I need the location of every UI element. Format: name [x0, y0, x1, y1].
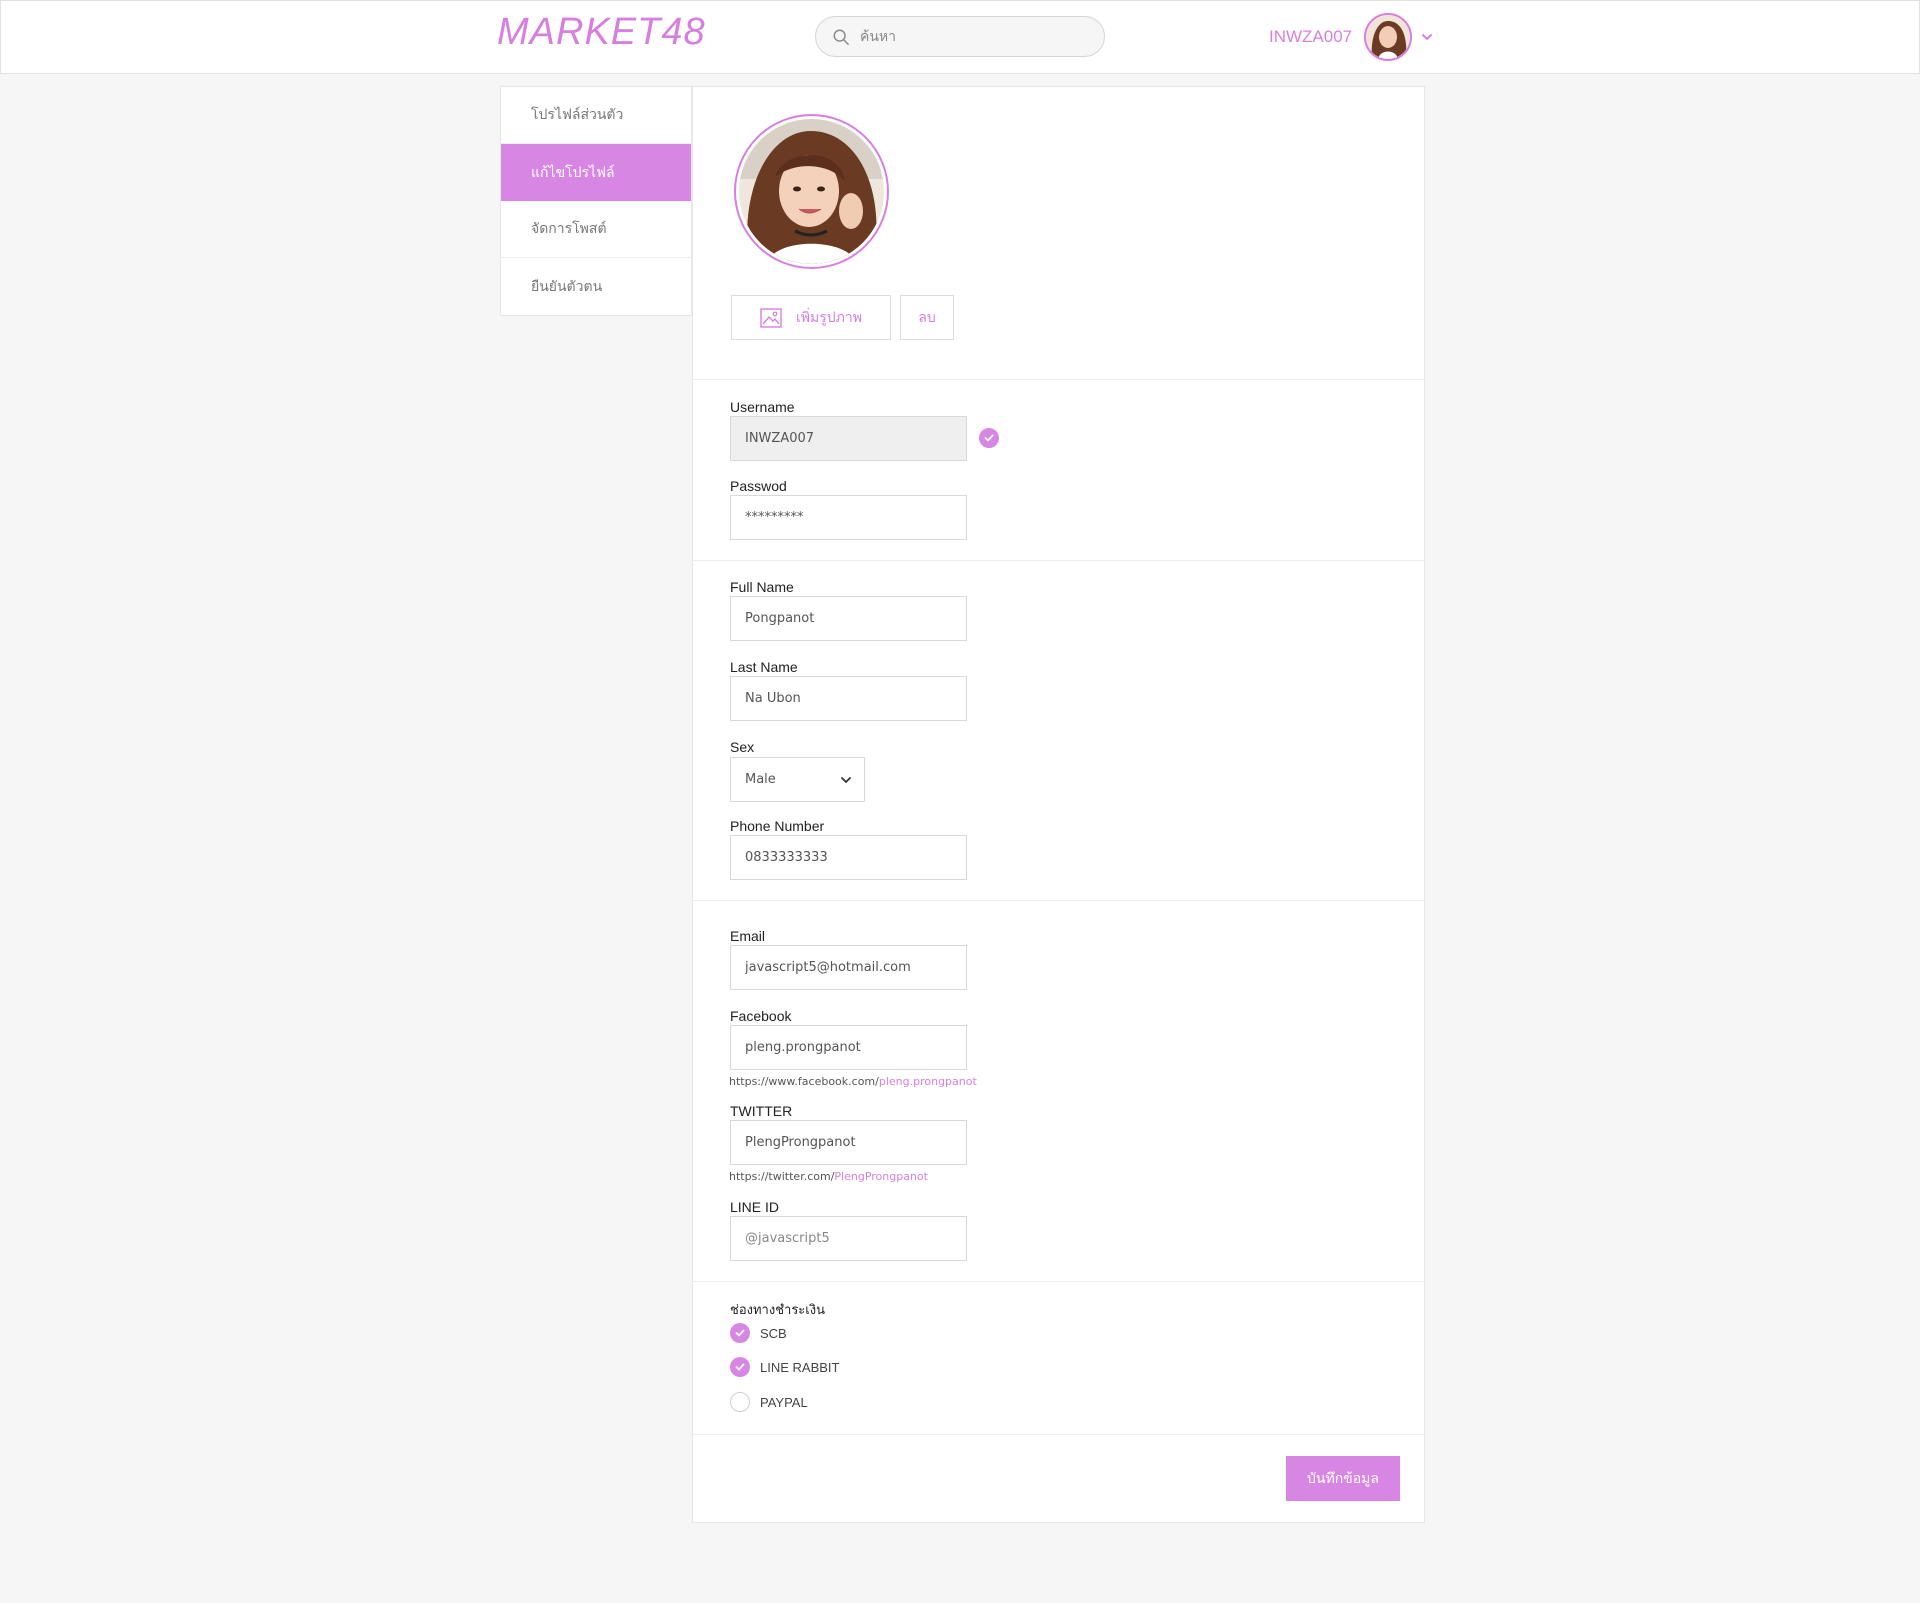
facebook-hint-user: pleng.prongpanot — [878, 1075, 977, 1088]
add-photo-button[interactable]: เพิ่มรูปภาพ — [731, 295, 891, 340]
search-bar[interactable] — [815, 16, 1105, 57]
profile-avatar — [734, 114, 889, 269]
sidebar-item-label: แก้ไขโปรไฟล์ — [531, 164, 615, 181]
email-label: Email — [730, 928, 766, 944]
lastname-field[interactable] — [730, 676, 967, 721]
edit-profile-panel: เพิ่มรูปภาพ ลบ Username Passwod Full Nam… — [692, 86, 1425, 1523]
line-id-field[interactable] — [730, 1216, 967, 1261]
twitter-hint-user: PlengProngpanot — [834, 1170, 928, 1183]
verified-check-icon — [979, 428, 999, 448]
profile-photo — [739, 119, 884, 264]
line-id-label: LINE ID — [730, 1199, 780, 1215]
username-field[interactable] — [730, 416, 967, 461]
fullname-field[interactable] — [730, 596, 967, 641]
user-menu[interactable]: INWZA007 — [1269, 13, 1434, 61]
twitter-label: TWITTER — [730, 1103, 793, 1119]
facebook-label: Facebook — [730, 1008, 792, 1024]
section-divider — [693, 1434, 1424, 1435]
sidebar-item-verify-identity[interactable]: ยืนยันตัวตน — [501, 258, 691, 315]
chevron-down-icon — [841, 777, 851, 784]
payment-option-label: SCB — [760, 1325, 787, 1341]
payment-option-paypal[interactable]: PAYPAL — [730, 1392, 808, 1412]
sidebar-item-label: ยืนยันตัวตน — [531, 278, 603, 295]
facebook-field[interactable] — [730, 1025, 967, 1070]
payment-title: ช่องทางชำระเงิน — [730, 1303, 825, 1318]
logo[interactable]: MARKET48 — [497, 11, 706, 54]
twitter-hint-prefix: https://twitter.com/ — [729, 1170, 835, 1183]
checked-circle-icon[interactable] — [730, 1357, 750, 1377]
search-icon — [833, 29, 849, 45]
payment-option-line-rabbit[interactable]: LINE RABBIT — [730, 1357, 839, 1377]
image-icon — [760, 307, 782, 328]
facebook-url-hint: https://www.facebook.com/pleng.prongpano… — [729, 1075, 977, 1088]
sex-label: Sex — [730, 739, 755, 755]
section-divider — [693, 900, 1424, 901]
sex-select-value: Male — [745, 772, 776, 787]
search-input[interactable] — [860, 17, 1096, 56]
username-label: Username — [730, 399, 795, 415]
sidebar-item-manage-posts[interactable]: จัดการโพสต์ — [501, 201, 691, 258]
sidebar-item-edit-profile[interactable]: แก้ไขโปรไฟล์ — [501, 144, 691, 201]
section-divider — [693, 560, 1424, 561]
email-field[interactable] — [730, 945, 967, 990]
password-label: Passwod — [730, 478, 787, 494]
facebook-hint-prefix: https://www.facebook.com/ — [729, 1075, 879, 1088]
chevron-down-icon[interactable] — [1420, 30, 1434, 44]
checked-circle-icon[interactable] — [730, 1323, 750, 1343]
password-field[interactable] — [730, 495, 967, 540]
twitter-url-hint: https://twitter.com/PlengProngpanot — [729, 1170, 928, 1183]
empty-circle-icon[interactable] — [730, 1392, 750, 1412]
fullname-label: Full Name — [730, 579, 794, 595]
delete-photo-button[interactable]: ลบ — [900, 295, 954, 340]
sidebar-item-profile[interactable]: โปรไฟล์ส่วนตัว — [501, 87, 691, 144]
save-button[interactable]: บันทึกข้อมูล — [1286, 1456, 1400, 1501]
section-divider — [693, 379, 1424, 380]
avatar[interactable] — [1364, 13, 1413, 61]
delete-photo-label: ลบ — [918, 309, 936, 326]
payment-option-label: LINE RABBIT — [760, 1359, 840, 1375]
top-navbar: MARKET48 INWZA007 — [0, 0, 1920, 74]
section-divider — [693, 1281, 1424, 1282]
phone-field[interactable] — [730, 835, 967, 880]
sidebar-item-label: จัดการโพสต์ — [531, 221, 607, 237]
phone-label: Phone Number — [730, 818, 825, 834]
sidebar: โปรไฟล์ส่วนตัว แก้ไขโปรไฟล์ จัดการโพสต์ … — [500, 86, 692, 316]
header-username: INWZA007 — [1269, 27, 1353, 46]
lastname-label: Last Name — [730, 659, 798, 675]
avatar-photo — [1366, 15, 1411, 59]
sex-select[interactable]: Male — [730, 757, 865, 802]
add-photo-label: เพิ่มรูปภาพ — [796, 309, 862, 326]
payment-option-label: PAYPAL — [760, 1394, 808, 1410]
payment-option-scb[interactable]: SCB — [730, 1323, 787, 1343]
sidebar-item-label: โปรไฟล์ส่วนตัว — [531, 107, 624, 123]
twitter-field[interactable] — [730, 1120, 967, 1165]
